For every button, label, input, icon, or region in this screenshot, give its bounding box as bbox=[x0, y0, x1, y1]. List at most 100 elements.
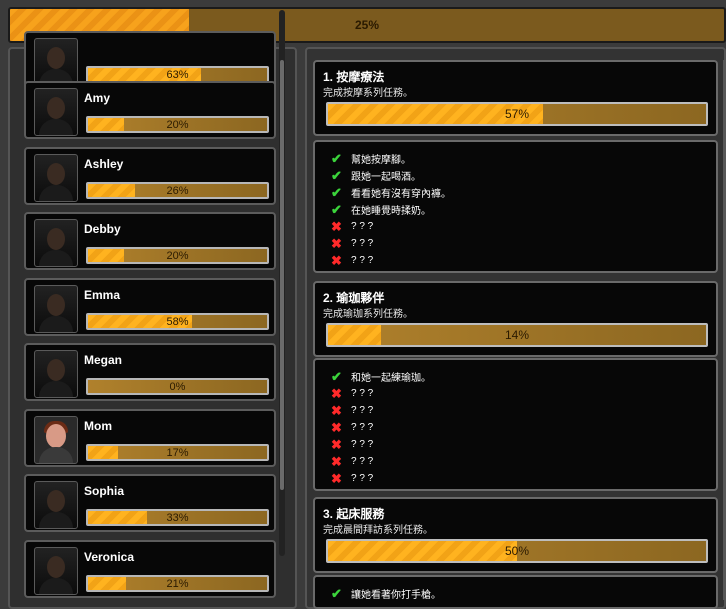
quest-card[interactable]: 3. 起床服務完成晨間拜訪系列任務。 50% bbox=[313, 497, 718, 573]
task-item: ✔ 在她睡覺時揉奶。 bbox=[331, 201, 431, 218]
character-progress-label: 21% bbox=[166, 577, 189, 590]
character-progress-bar: 21% bbox=[86, 575, 269, 592]
quest-progress-label: 14% bbox=[504, 328, 530, 342]
task-text: ? ? ? bbox=[351, 439, 374, 450]
cross-icon: ✖ bbox=[331, 252, 342, 268]
check-icon: ✔ bbox=[331, 201, 342, 217]
task-text: ? ? ? bbox=[351, 238, 374, 249]
task-text: 在她睡覺時揉奶。 bbox=[351, 206, 431, 217]
check-icon: ✔ bbox=[331, 585, 342, 601]
character-progress-label: 17% bbox=[166, 446, 189, 459]
character-progress-bar: 0% bbox=[86, 378, 269, 395]
avatar bbox=[34, 416, 78, 464]
character-card[interactable]: Emma 58% bbox=[24, 278, 276, 336]
character-progress-bar: 20% bbox=[86, 116, 269, 133]
character-name: Amy bbox=[84, 91, 111, 105]
character-progress-bar: 17% bbox=[86, 444, 269, 461]
character-progress-bar: 20% bbox=[86, 247, 269, 264]
task-item: ✔ 幫她按摩腳。 bbox=[331, 150, 411, 167]
character-card[interactable]: Amy 20% bbox=[24, 81, 276, 139]
character-name: Sophia bbox=[84, 484, 125, 498]
character-progress-label: 33% bbox=[166, 511, 189, 524]
cross-icon: ✖ bbox=[331, 218, 342, 234]
avatar bbox=[34, 547, 78, 595]
avatar bbox=[34, 154, 78, 202]
check-icon: ✔ bbox=[331, 368, 342, 384]
task-text: ? ? ? bbox=[351, 405, 374, 416]
quest-progress-bar: 14% bbox=[326, 323, 708, 347]
character-name: Megan bbox=[84, 353, 123, 367]
quest-task-list: ✔ 和她一起練瑜珈。 ✖? ? ? ✖? ? ? ✖? ? ? ✖? ? ? ✖? ? ? ✖… bbox=[313, 358, 718, 491]
avatar bbox=[34, 481, 78, 529]
quest-description: 完成晨間拜訪系列任務。 bbox=[323, 525, 433, 536]
character-progress-bar: 58% bbox=[86, 313, 269, 330]
task-text: ? ? ? bbox=[351, 422, 374, 433]
character-progress-label: 0% bbox=[169, 380, 186, 393]
character-progress-label: 20% bbox=[166, 118, 189, 131]
task-text: 讓她看著你打手槍。 bbox=[351, 590, 441, 601]
avatar bbox=[34, 38, 78, 86]
task-item: ✖ ? ? ? bbox=[331, 470, 373, 487]
quest-progress-bar: 50% bbox=[326, 539, 708, 563]
character-card[interactable]: Megan 0% bbox=[24, 343, 276, 401]
task-text: 跟她一起喝酒。 bbox=[351, 172, 421, 183]
task-text: ? ? ? bbox=[351, 388, 374, 399]
task-item: ✔ 和她一起練瑜珈。 bbox=[331, 368, 431, 385]
character-progress-label: 26% bbox=[166, 184, 189, 197]
check-icon: ✔ bbox=[331, 150, 342, 166]
quest-task-list: ✔ 讓她看著你打手槍。 bbox=[313, 575, 718, 609]
character-card[interactable]: Sophia 33% bbox=[24, 474, 276, 532]
task-item: ✖ ? ? ? bbox=[331, 419, 373, 436]
character-name: Mom bbox=[84, 419, 112, 433]
quest-card[interactable]: 2. 瑜珈夥伴完成瑜珈系列任務。 14% bbox=[313, 281, 718, 357]
character-card[interactable]: Ashley 26% bbox=[24, 147, 276, 205]
task-item: ✖ ? ? ? bbox=[331, 218, 373, 235]
cross-icon: ✖ bbox=[331, 402, 342, 418]
character-card[interactable]: Debby 20% bbox=[24, 212, 276, 270]
check-icon: ✔ bbox=[331, 167, 342, 183]
character-progress-label: 58% bbox=[166, 315, 189, 328]
avatar bbox=[34, 88, 78, 136]
character-name: Emma bbox=[84, 288, 121, 302]
task-item: ✖ ? ? ? bbox=[331, 252, 373, 269]
quest-description: 完成瑜珈系列任務。 bbox=[323, 309, 413, 320]
quest-title: 1. 按摩療法 bbox=[323, 70, 385, 84]
avatar bbox=[34, 350, 78, 398]
character-name: Ashley bbox=[84, 157, 124, 171]
quest-progress-bar: 57% bbox=[326, 102, 708, 126]
cross-icon: ✖ bbox=[331, 385, 342, 401]
task-text: ? ? ? bbox=[351, 255, 374, 266]
cross-icon: ✖ bbox=[331, 436, 342, 452]
character-list-scroll-thumb[interactable] bbox=[280, 60, 284, 490]
task-item: ✖ ? ? ? bbox=[331, 436, 373, 453]
cross-icon: ✖ bbox=[331, 453, 342, 469]
task-item: ✔ 讓她看著你打手槍。 bbox=[331, 585, 441, 602]
quest-description: 完成按摩系列任務。 bbox=[323, 88, 413, 99]
task-text: ? ? ? bbox=[351, 221, 374, 232]
character-progress-label: 63% bbox=[166, 68, 189, 81]
character-progress-bar: 33% bbox=[86, 509, 269, 526]
task-text: 幫她按摩腳。 bbox=[351, 155, 411, 166]
check-icon: ✔ bbox=[331, 184, 342, 200]
task-item: ✖ ? ? ? bbox=[331, 235, 373, 252]
task-text: 看看她有沒有穿內褲。 bbox=[351, 189, 451, 200]
character-name: Debby bbox=[84, 222, 121, 236]
task-item: ✖ ? ? ? bbox=[331, 402, 373, 419]
task-text: ? ? ? bbox=[351, 473, 374, 484]
character-progress-bar: 26% bbox=[86, 182, 269, 199]
cross-icon: ✖ bbox=[331, 235, 342, 251]
task-text: ? ? ? bbox=[351, 456, 374, 467]
task-item: ✔ 看看她有沒有穿內褲。 bbox=[331, 184, 451, 201]
quest-title: 3. 起床服務 bbox=[323, 507, 385, 521]
character-card[interactable]: Veronica 21% bbox=[24, 540, 276, 598]
quest-title: 2. 瑜珈夥伴 bbox=[323, 291, 385, 305]
cross-icon: ✖ bbox=[331, 470, 342, 486]
quest-card[interactable]: 1. 按摩療法完成按摩系列任務。 57% bbox=[313, 60, 718, 136]
task-item: ✖ ? ? ? bbox=[331, 453, 373, 470]
avatar bbox=[34, 219, 78, 267]
quest-progress-label: 57% bbox=[504, 107, 530, 121]
character-card[interactable]: Mom 17% bbox=[24, 409, 276, 467]
task-item: ✖ ? ? ? bbox=[331, 385, 373, 402]
cross-icon: ✖ bbox=[331, 419, 342, 435]
quest-progress-label: 50% bbox=[504, 544, 530, 558]
